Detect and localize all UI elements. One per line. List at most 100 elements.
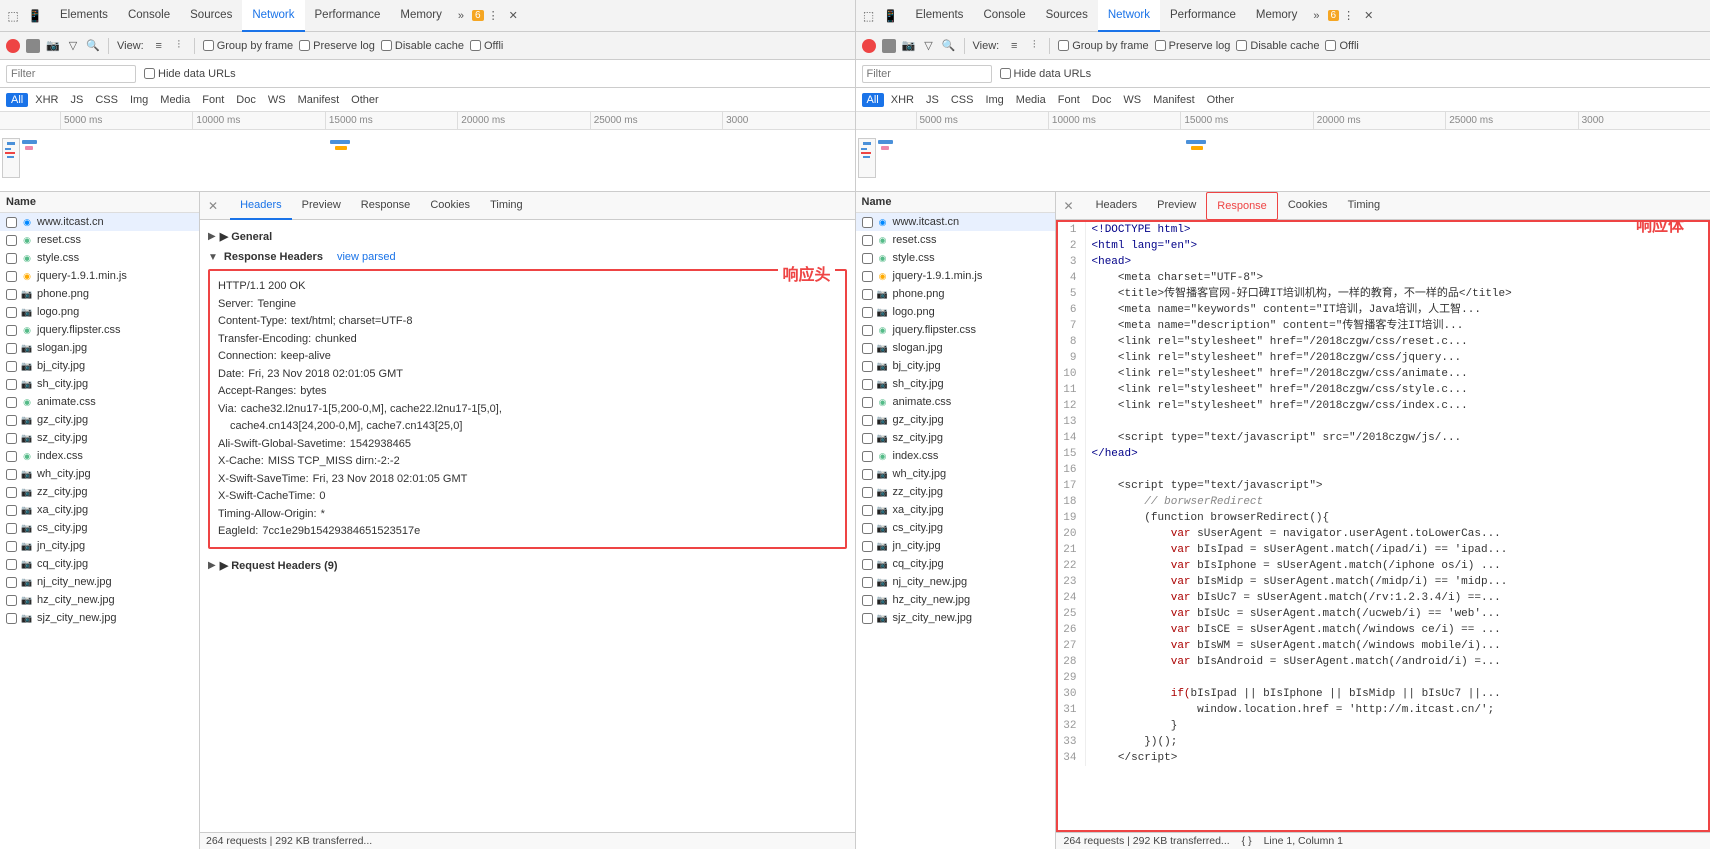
right-close-icon[interactable]: ✕ [1360,9,1377,22]
left-group-by-frame-checkbox[interactable] [203,40,214,51]
right-hide-data-urls-checkbox[interactable] [1000,68,1011,79]
left-filter-input[interactable] [6,65,136,83]
right-file-row-7[interactable]: 📷 slogan.jpg [856,339,1055,357]
left-file-row-18[interactable]: 📷 jn_city.jpg [0,537,199,555]
left-file-row-14[interactable]: 📷 wh_city.jpg [0,465,199,483]
right-file-row-15[interactable]: 📷 zz_city.jpg [856,483,1055,501]
right-tab-more[interactable]: » [1309,10,1323,22]
left-tab-sources[interactable]: Sources [180,0,242,32]
right-detail-close[interactable]: ✕ [1060,197,1078,215]
right-file-check-14[interactable] [862,469,873,480]
left-hide-data-urls-label[interactable]: Hide data URLs [144,68,236,80]
right-file-check-15[interactable] [862,487,873,498]
right-view-waterfall-icon[interactable]: ⫶ [1027,39,1041,53]
right-file-row-9[interactable]: 📷 sh_city.jpg [856,375,1055,393]
right-filter-input[interactable] [862,65,992,83]
left-file-row-13[interactable]: ◉ index.css [0,447,199,465]
right-file-check-9[interactable] [862,379,873,390]
right-file-row-5[interactable]: 📷 logo.png [856,303,1055,321]
left-type-media[interactable]: Media [155,93,195,107]
right-type-css[interactable]: CSS [946,93,979,107]
right-camera-icon[interactable]: 📷 [902,39,916,53]
left-file-check-0[interactable] [6,217,17,228]
right-file-row-12[interactable]: 📷 sz_city.jpg [856,429,1055,447]
left-device-icon[interactable]: 📱 [26,7,44,25]
right-tab-elements[interactable]: Elements [906,0,974,32]
left-type-js[interactable]: JS [65,93,88,107]
right-tab-sources[interactable]: Sources [1036,0,1098,32]
left-file-row-15[interactable]: 📷 zz_city.jpg [0,483,199,501]
right-file-check-18[interactable] [862,541,873,552]
right-file-row-14[interactable]: 📷 wh_city.jpg [856,465,1055,483]
left-file-check-15[interactable] [6,487,17,498]
right-file-row-3[interactable]: ◉ jquery-1.9.1.min.js [856,267,1055,285]
left-file-row-6[interactable]: ◉ jquery.flipster.css [0,321,199,339]
left-general-section[interactable]: ▶ ▶ General [208,228,847,245]
left-tab-console[interactable]: Console [118,0,180,32]
left-tab-memory[interactable]: Memory [390,0,452,32]
right-detail-tab-cookies[interactable]: Cookies [1278,192,1338,220]
left-file-check-9[interactable] [6,379,17,390]
right-type-img[interactable]: Img [980,93,1008,107]
left-filter-icon[interactable]: ▽ [66,39,80,53]
left-file-check-1[interactable] [6,235,17,246]
left-file-check-6[interactable] [6,325,17,336]
right-offline-checkbox[interactable] [1325,40,1336,51]
left-file-row-9[interactable]: 📷 sh_city.jpg [0,375,199,393]
left-file-row-22[interactable]: 📷 sjz_city_new.jpg [0,609,199,627]
left-view-parsed-link[interactable]: view parsed [337,251,396,263]
left-file-check-20[interactable] [6,577,17,588]
right-file-row-21[interactable]: 📷 hz_city_new.jpg [856,591,1055,609]
left-detail-tab-timing[interactable]: Timing [480,192,533,220]
right-type-manifest[interactable]: Manifest [1148,93,1200,107]
left-inspect-icon[interactable]: ⬚ [4,7,22,25]
right-file-check-19[interactable] [862,559,873,570]
right-detail-tab-timing[interactable]: Timing [1338,192,1391,220]
right-file-check-21[interactable] [862,595,873,606]
left-type-css[interactable]: CSS [90,93,123,107]
left-disable-cache-label[interactable]: Disable cache [381,40,464,52]
right-disable-cache-checkbox[interactable] [1236,40,1247,51]
left-preserve-log-checkbox[interactable] [299,40,310,51]
left-file-check-19[interactable] [6,559,17,570]
left-file-check-14[interactable] [6,469,17,480]
left-file-row-1[interactable]: ◉ reset.css [0,231,199,249]
right-stop-button[interactable] [882,39,896,53]
left-file-row-10[interactable]: ◉ animate.css [0,393,199,411]
right-file-check-8[interactable] [862,361,873,372]
left-tab-network[interactable]: Network [242,0,304,32]
left-record-button[interactable] [6,39,20,53]
left-offline-checkbox[interactable] [470,40,481,51]
right-file-row-0[interactable]: ◉ www.itcast.cn [856,213,1055,231]
left-file-check-8[interactable] [6,361,17,372]
right-tab-performance[interactable]: Performance [1160,0,1246,32]
left-file-check-11[interactable] [6,415,17,426]
right-preserve-log-label[interactable]: Preserve log [1155,40,1231,52]
right-type-xhr[interactable]: XHR [886,93,919,107]
right-file-check-2[interactable] [862,253,873,264]
right-device-icon[interactable]: 📱 [882,7,900,25]
left-offline-label[interactable]: Offli [470,40,503,52]
left-file-check-2[interactable] [6,253,17,264]
left-file-row-21[interactable]: 📷 hz_city_new.jpg [0,591,199,609]
left-file-row-16[interactable]: 📷 xa_city.jpg [0,501,199,519]
left-file-check-13[interactable] [6,451,17,462]
left-group-by-frame-label[interactable]: Group by frame [203,40,293,52]
left-file-check-16[interactable] [6,505,17,516]
left-detail-tab-response[interactable]: Response [351,192,421,220]
left-disable-cache-checkbox[interactable] [381,40,392,51]
left-file-row-12[interactable]: 📷 sz_city.jpg [0,429,199,447]
left-file-row-4[interactable]: 📷 phone.png [0,285,199,303]
right-file-check-11[interactable] [862,415,873,426]
right-filter-icon[interactable]: ▽ [922,39,936,53]
right-type-media[interactable]: Media [1011,93,1051,107]
left-request-headers-section[interactable]: ▶ ▶ Request Headers (9) [208,557,847,574]
left-menu-icon[interactable]: ⋮ [488,9,499,22]
right-offline-label[interactable]: Offli [1325,40,1358,52]
left-file-row-8[interactable]: 📷 bj_city.jpg [0,357,199,375]
left-file-row-0[interactable]: ◉ www.itcast.cn [0,213,199,231]
left-type-ws[interactable]: WS [263,93,291,107]
right-file-check-1[interactable] [862,235,873,246]
right-file-check-7[interactable] [862,343,873,354]
left-close-icon[interactable]: ✕ [505,9,522,22]
